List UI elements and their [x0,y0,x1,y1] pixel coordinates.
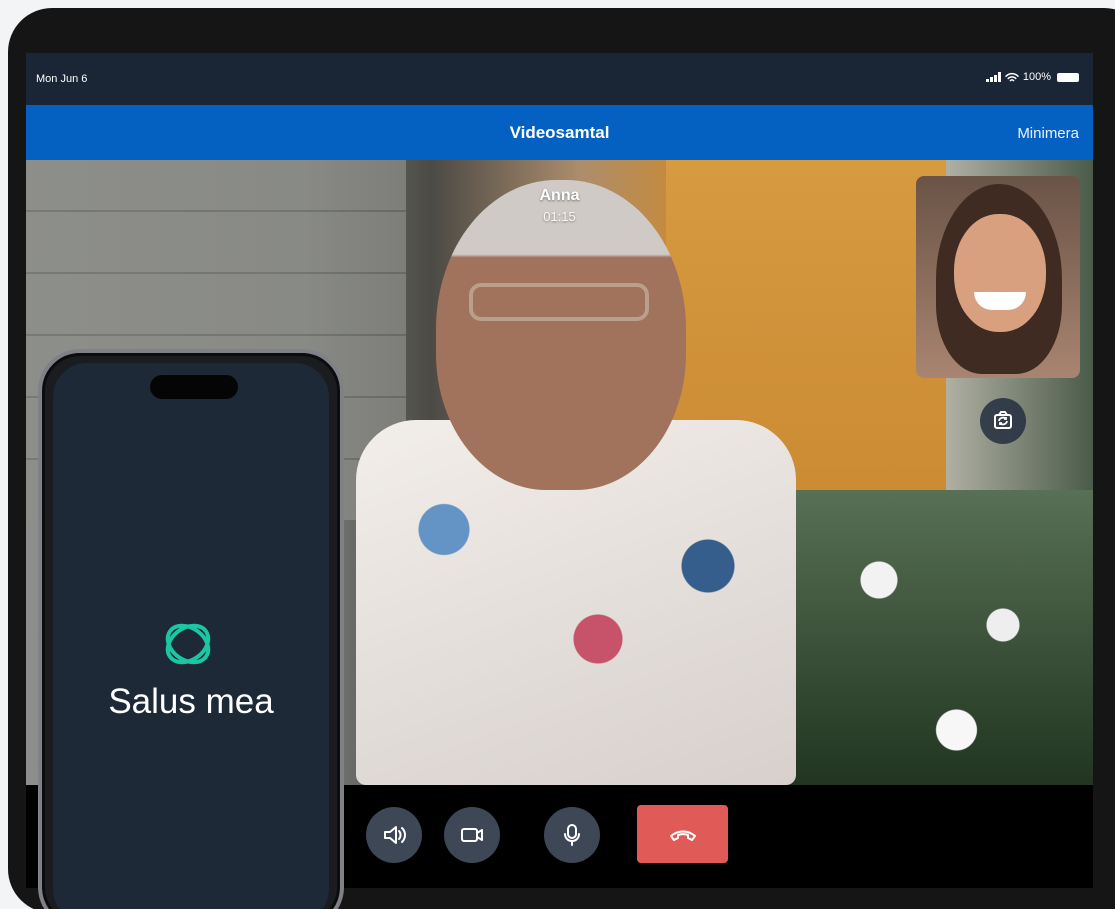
status-date: Mon Jun 6 [36,73,88,85]
status-bar: Mon Jun 6 100% [26,53,1093,105]
device-mockup: Mon Jun 6 100% Videosamtal Minimera Anna… [0,0,1115,909]
flower-bush [786,490,1093,785]
salus-mea-logo-icon [165,623,211,665]
self-preview-face [954,214,1046,332]
signal-icon [985,72,1001,82]
video-camera-icon [461,828,483,842]
status-indicators: 100% [985,71,1079,83]
caller-glasses [469,283,649,321]
phone-screen: Salus mea [53,363,329,909]
phone-device: Salus mea [38,349,344,909]
phone-dynamic-island [150,375,238,399]
brand-name: Salus mea [108,682,274,721]
camera-switch-icon [994,411,1012,429]
battery-icon [1057,72,1079,82]
minimize-button[interactable]: Minimera [1017,125,1079,142]
camera-switch-button[interactable] [980,398,1026,444]
microphone-icon [564,824,580,846]
phone-hangup-icon [669,830,696,841]
wifi-icon [1005,72,1019,81]
self-video-preview[interactable] [916,176,1080,378]
page-title: Videosamtal [509,123,610,142]
call-header: Videosamtal Minimera [26,105,1093,160]
caller-portrait [436,180,686,490]
end-call-button[interactable] [637,805,728,863]
speaker-icon [384,826,406,844]
microphone-button[interactable] [544,807,600,863]
battery-percent: 100% [1022,71,1051,83]
video-toggle-button[interactable] [444,807,500,863]
speaker-button[interactable] [366,807,422,863]
